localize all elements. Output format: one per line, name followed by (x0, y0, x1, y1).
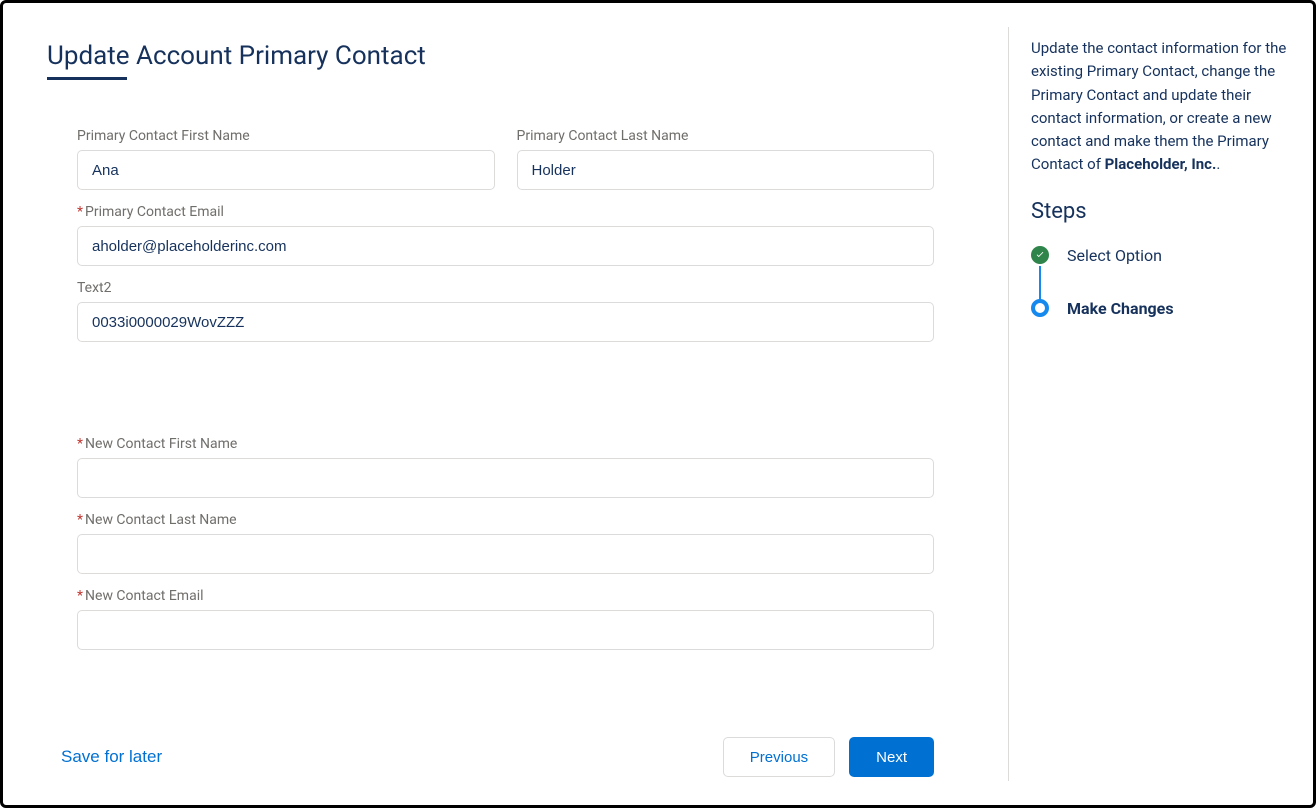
side-desc-bold: Placeholder, Inc. (1105, 155, 1217, 173)
step-make-changes: Make Changes (1031, 299, 1295, 318)
steps-list: Select Option Make Changes (1031, 246, 1295, 318)
steps-heading: Steps (1031, 199, 1295, 224)
page-title: Update Account Primary Contact (47, 41, 964, 71)
label-new-email: New Contact Email (77, 588, 934, 604)
input-primary-first-name[interactable] (77, 150, 495, 190)
app-window: Update Account Primary Contact Primary C… (0, 0, 1316, 808)
input-new-first-name[interactable] (77, 458, 934, 498)
row-new-last-name: New Contact Last Name (77, 512, 934, 574)
form-area: Primary Contact First Name Primary Conta… (47, 128, 964, 729)
step-current-icon (1031, 299, 1049, 317)
side-desc-prefix: Update the contact information for the e… (1031, 39, 1286, 173)
row-primary-email: Primary Contact Email (77, 204, 934, 266)
title-underline (47, 77, 127, 80)
step-connector (1039, 266, 1041, 300)
section-gap (77, 356, 934, 436)
field-primary-email: Primary Contact Email (77, 204, 934, 266)
next-button[interactable]: Next (849, 737, 934, 777)
row-new-email: New Contact Email (77, 588, 934, 650)
step-label-2: Make Changes (1067, 299, 1174, 318)
input-new-email[interactable] (77, 610, 934, 650)
field-primary-first-name: Primary Contact First Name (77, 128, 495, 190)
label-new-last-name: New Contact Last Name (77, 512, 934, 528)
label-primary-first-name: Primary Contact First Name (77, 128, 495, 144)
side-desc-suffix: . (1216, 155, 1220, 173)
input-primary-email[interactable] (77, 226, 934, 266)
previous-button[interactable]: Previous (723, 737, 835, 777)
field-new-last-name: New Contact Last Name (77, 512, 934, 574)
step-label-1: Select Option (1067, 246, 1162, 265)
side-panel: Update the contact information for the e… (1009, 3, 1313, 805)
main-panel: Update Account Primary Contact Primary C… (3, 3, 1008, 805)
field-primary-last-name: Primary Contact Last Name (517, 128, 935, 190)
field-text2: Text2 (77, 280, 934, 342)
step-select-option: Select Option (1031, 246, 1295, 265)
input-primary-last-name[interactable] (517, 150, 935, 190)
check-icon (1035, 250, 1045, 260)
label-new-first-name: New Contact First Name (77, 436, 934, 452)
label-primary-last-name: Primary Contact Last Name (517, 128, 935, 144)
side-description: Update the contact information for the e… (1031, 37, 1295, 177)
input-text2[interactable] (77, 302, 934, 342)
field-new-email: New Contact Email (77, 588, 934, 650)
footer-buttons: Previous Next (723, 737, 934, 777)
input-new-last-name[interactable] (77, 534, 934, 574)
footer-bar: Save for later Previous Next (47, 729, 964, 777)
row-text2: Text2 (77, 280, 934, 342)
label-primary-email: Primary Contact Email (77, 204, 934, 220)
field-new-first-name: New Contact First Name (77, 436, 934, 498)
row-primary-name: Primary Contact First Name Primary Conta… (77, 128, 934, 190)
label-text2: Text2 (77, 280, 934, 296)
save-for-later-link[interactable]: Save for later (61, 747, 162, 767)
row-new-first-name: New Contact First Name (77, 436, 934, 498)
step-done-icon (1031, 246, 1049, 264)
